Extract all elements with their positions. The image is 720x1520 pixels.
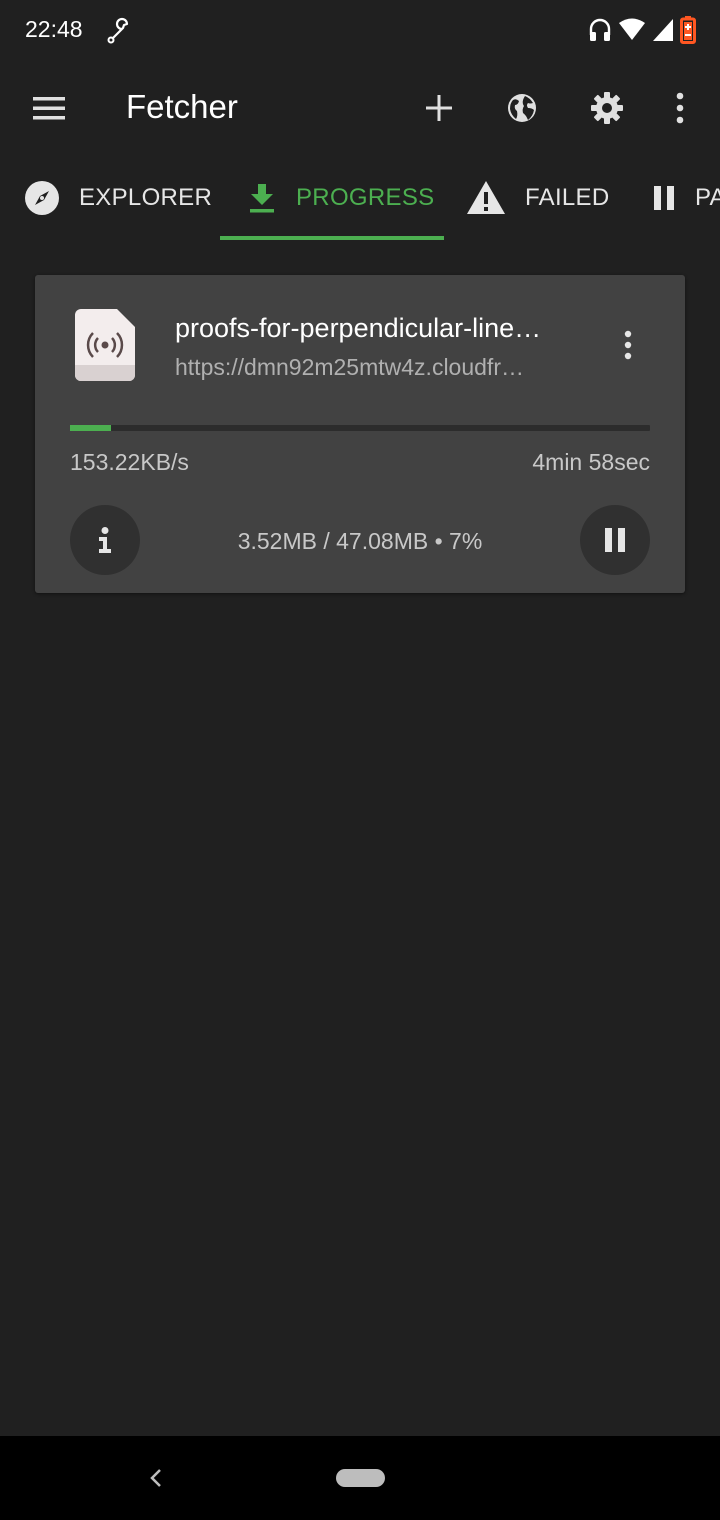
pause-icon xyxy=(654,186,674,210)
settings-icon xyxy=(591,92,623,124)
menu-icon[interactable] xyxy=(24,88,74,128)
add-icon xyxy=(426,95,452,121)
compass-icon xyxy=(25,181,59,215)
active-tab-indicator xyxy=(220,236,444,240)
file-url: https://dmn92m25mtw4z.cloudfr… xyxy=(175,354,524,380)
tab-explorer[interactable]: EXPLORER xyxy=(24,154,212,242)
app-bar: Fetcher xyxy=(0,62,720,154)
download-speed: 153.22KB/s xyxy=(70,449,189,475)
download-card[interactable]: proofs-for-perpendicular-line… https://d… xyxy=(35,275,685,593)
tab-progress[interactable]: PROGRESS xyxy=(247,154,434,242)
tab-paused[interactable]: PA xyxy=(652,154,720,242)
more-vert-icon xyxy=(676,92,684,124)
globe-icon xyxy=(508,94,536,122)
tab-failed-label: FAILED xyxy=(525,184,610,211)
status-bar: 22:48 xyxy=(0,0,720,62)
file-name: proofs-for-perpendicular-line… xyxy=(175,313,542,343)
back-icon[interactable] xyxy=(144,1464,168,1492)
tab-paused-label: PA xyxy=(695,184,720,211)
tab-explorer-label: EXPLORER xyxy=(79,184,213,211)
progress-fill xyxy=(70,425,111,431)
progress-bar xyxy=(70,425,650,431)
tab-failed[interactable]: FAILED xyxy=(466,154,610,242)
time-remaining: 4min 58sec xyxy=(532,449,650,475)
app-title: Fetcher xyxy=(126,88,238,125)
home-pill[interactable] xyxy=(336,1469,385,1487)
headphones-icon xyxy=(589,18,611,41)
more-vert-icon xyxy=(624,330,632,360)
battery-icon xyxy=(680,16,696,44)
tab-progress-label: PROGRESS xyxy=(296,184,435,211)
broadcast-file-icon xyxy=(75,309,135,381)
wrench-icon xyxy=(107,17,129,44)
wifi-icon xyxy=(619,18,645,40)
browser-button[interactable] xyxy=(498,84,546,132)
status-time: 22:48 xyxy=(25,16,83,42)
add-button[interactable] xyxy=(415,84,463,132)
card-more-button[interactable] xyxy=(613,325,643,365)
pause-button[interactable] xyxy=(580,505,650,575)
overflow-menu-button[interactable] xyxy=(656,84,704,132)
tab-bar: EXPLORER PROGRESS FAILED PA xyxy=(0,154,720,242)
settings-button[interactable] xyxy=(583,84,631,132)
download-icon xyxy=(250,184,274,213)
signal-icon xyxy=(653,19,673,41)
pause-icon xyxy=(605,528,625,552)
system-nav-bar xyxy=(0,1436,720,1520)
warning-icon xyxy=(467,181,505,214)
